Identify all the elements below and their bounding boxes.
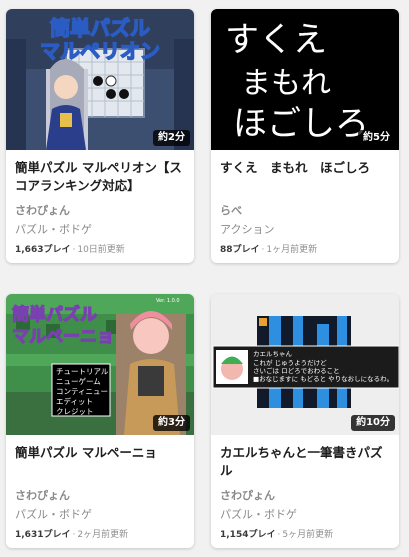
thumb-title-line1: 簡単パズル [11, 304, 97, 325]
duration-badge: 約5分 [358, 130, 395, 146]
duration-badge: 約10分 [351, 415, 395, 431]
author-name[interactable]: さわぴょん [220, 487, 275, 503]
thumb-text-line2: まもれ [241, 66, 331, 101]
game-meta: 1,663プレイ · 10日前更新 [15, 245, 125, 255]
updated-time: 10日前更新 [77, 245, 125, 255]
thumb-text-line1: すくえ [225, 20, 327, 60]
thumb-dialog-line: ■おなじますに もどると やりなおしになるわ。 [253, 375, 393, 383]
genre-label: パズル・ボドゲ [220, 508, 297, 521]
game-card[interactable]: カエルちゃん これが じゅうようだけど さいごは ロどろでおわること ■おなじま… [211, 294, 399, 548]
author-name[interactable]: さわぴょん [15, 202, 70, 218]
thumb-version: Ver. 1.0.0 [156, 298, 180, 304]
game-title[interactable]: カエルちゃんと一筆書きパズル [220, 444, 392, 480]
duration-badge: 約2分 [153, 130, 190, 146]
game-thumbnail[interactable]: 簡単パズル マルペリオン 約2分 [6, 9, 194, 150]
thumb-menu-item: ニューゲーム [56, 377, 101, 386]
updated-time: 1ヶ月前更新 [266, 245, 318, 255]
game-card[interactable]: 簡単パズル マルペーニョ Ver. 1.0.0 チュートリアル ニューゲーム コ… [6, 294, 194, 548]
thumb-text-line3: ほごしろ [233, 104, 369, 144]
thumb-menu-item: チュートリアル [56, 367, 109, 376]
duration-badge: 約3分 [153, 415, 190, 431]
thumb-menu-item: クレジット [56, 407, 94, 416]
author-name[interactable]: さわぴょん [15, 487, 70, 503]
game-thumbnail[interactable]: すくえ まもれ ほごしろ 約5分 [211, 9, 399, 150]
play-count: 1,631プレイ [15, 530, 71, 540]
game-title[interactable]: 簡単パズル マルペーニョ [15, 444, 187, 462]
genre-label: パズル・ボドゲ [15, 223, 92, 236]
game-card[interactable]: すくえ まもれ ほごしろ 約5分 すくえ まもれ ほごしろ らべ アクション 8… [211, 9, 399, 263]
author-name[interactable]: らべ [220, 202, 242, 218]
thumb-menu-item: コンティニュー [56, 387, 108, 396]
updated-time: 5ヶ月前更新 [282, 530, 334, 540]
genre-label: アクション [220, 223, 275, 236]
game-thumbnail[interactable]: カエルちゃん これが じゅうようだけど さいごは ロどろでおわること ■おなじま… [211, 294, 399, 435]
game-card[interactable]: 簡単パズル マルペリオン 約2分 簡単パズル マルペリオン【スコアランキング対応… [6, 9, 194, 263]
game-meta: 88プレイ · 1ヶ月前更新 [220, 245, 318, 255]
thumb-dialog-line: これが じゅうようだけど [253, 358, 327, 367]
thumb-title-line1: 簡単パズル [50, 16, 150, 40]
game-title[interactable]: 簡単パズル マルペリオン【スコアランキング対応】 [15, 159, 187, 195]
game-meta: 1,631プレイ · 2ヶ月前更新 [15, 530, 129, 540]
play-count: 1,663プレイ [15, 245, 71, 255]
game-thumbnail[interactable]: 簡単パズル マルペーニョ Ver. 1.0.0 チュートリアル ニューゲーム コ… [6, 294, 194, 435]
updated-time: 2ヶ月前更新 [77, 530, 129, 540]
game-meta: 1,154プレイ · 5ヶ月前更新 [220, 530, 334, 540]
thumb-menu-item: エディット [56, 396, 93, 406]
play-count: 1,154プレイ [220, 530, 276, 540]
game-title[interactable]: すくえ まもれ ほごしろ [220, 159, 392, 177]
thumb-dialog-name: カエルちゃん [253, 350, 293, 358]
thumb-title-line2: マルペリオン [40, 39, 160, 63]
play-count: 88プレイ [220, 245, 260, 255]
thumb-title-line2: マルペーニョ [12, 327, 114, 347]
thumb-dialog-line: さいごは ロどろでおわること [253, 366, 340, 375]
genre-label: パズル・ボドゲ [15, 508, 92, 521]
